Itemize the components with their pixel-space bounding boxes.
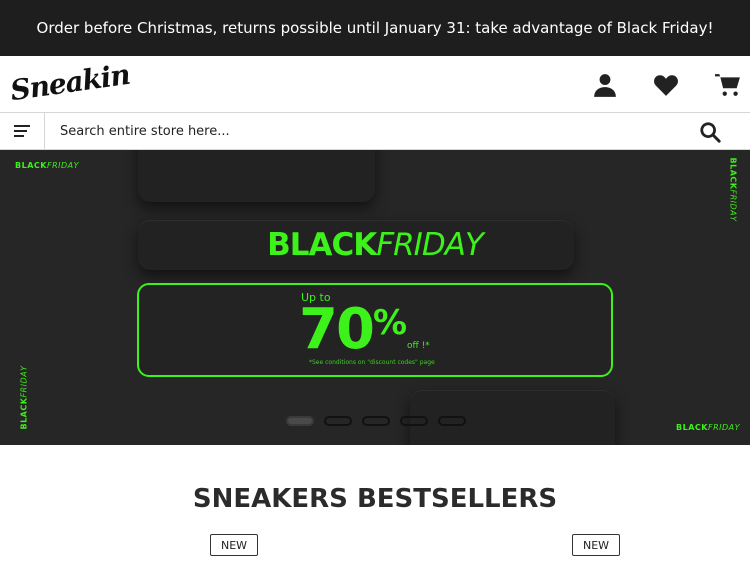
- carousel-dot-2[interactable]: [324, 416, 352, 426]
- carousel-dot-3[interactable]: [362, 416, 390, 426]
- hamburger-menu-icon[interactable]: [0, 113, 45, 149]
- black-friday-tag: BLACKFRIDAY: [676, 423, 741, 432]
- carousel-dot-4[interactable]: [400, 416, 428, 426]
- logo[interactable]: Sneakin: [8, 58, 131, 107]
- conditions-note: *See conditions on "discount codes" page: [309, 359, 435, 366]
- carousel-dots: [286, 416, 466, 426]
- announcement-bar: Order before Christmas, returns possible…: [0, 0, 750, 56]
- new-badge: NEW: [210, 534, 258, 556]
- section-title: SNEAKERS BESTSELLERS: [192, 484, 558, 514]
- cart-icon[interactable]: [713, 70, 743, 100]
- black-friday-tag: BLACKFRIDAY: [19, 365, 29, 430]
- black-friday-tag: BLACKFRIDAY: [728, 157, 738, 222]
- hero-banner[interactable]: BLACKFRIDAY BLACKFRIDAY BLACKFRIDAY BLAC…: [0, 150, 750, 445]
- new-badge: NEW: [572, 534, 620, 556]
- off-text: off !*: [407, 341, 430, 351]
- site-header: Sneakin: [0, 56, 750, 113]
- announcement-text: Order before Christmas, returns possible…: [36, 19, 714, 37]
- discount-value: 70%: [299, 297, 407, 362]
- carousel-dot-5[interactable]: [438, 416, 466, 426]
- search-bar: [0, 113, 750, 150]
- background-tile: [138, 150, 375, 202]
- promo-box: Up to 70% off !* *See conditions on "dis…: [137, 283, 613, 377]
- search-icon[interactable]: [696, 119, 724, 145]
- search-input[interactable]: [46, 113, 686, 149]
- account-icon[interactable]: [590, 70, 620, 100]
- hero-title: BLACKFRIDAY: [267, 227, 484, 263]
- black-friday-tag: BLACKFRIDAY: [15, 161, 80, 170]
- carousel-dot-1[interactable]: [286, 416, 314, 426]
- wishlist-heart-icon[interactable]: [651, 70, 681, 100]
